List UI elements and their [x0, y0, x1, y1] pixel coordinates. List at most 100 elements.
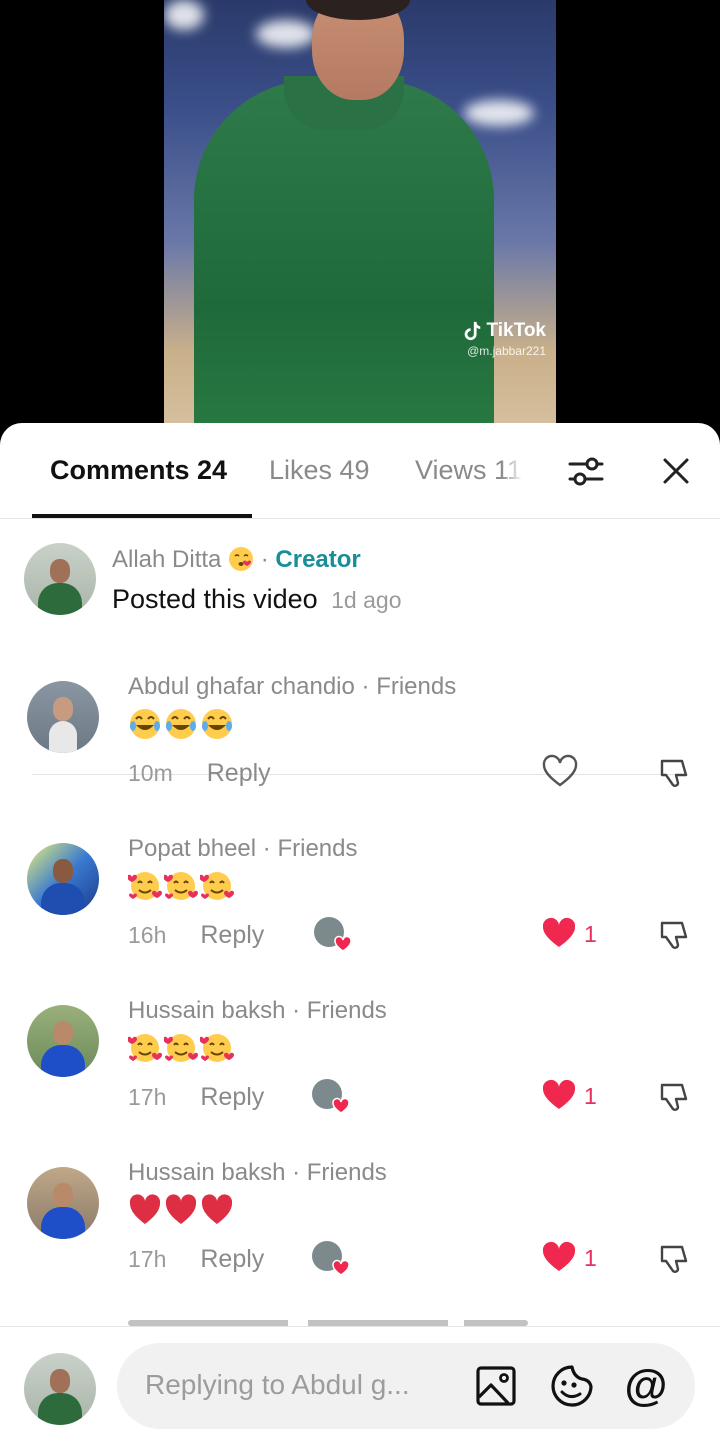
comment-author[interactable]: Abdul ghafar chandio	[128, 673, 355, 700]
heart-filled-icon	[542, 1079, 576, 1109]
comment-author[interactable]: Popat bheel	[128, 835, 256, 862]
dislike-button[interactable]	[656, 1079, 694, 1117]
comment-text	[128, 707, 234, 741]
liked-by-creator-badge	[312, 1079, 350, 1115]
liked-by-creator-badge	[314, 917, 352, 953]
avatar	[24, 1353, 96, 1425]
post-text: Posted this video	[112, 584, 318, 614]
heart-icon	[332, 1097, 350, 1114]
kissing-face-emoji	[229, 547, 254, 571]
comment-author-line: Hussain baksh · Friends	[128, 1159, 387, 1186]
like-count: 1	[584, 1082, 597, 1109]
comment-input[interactable]: Replying to Abdul g... @	[117, 1343, 695, 1429]
avatar[interactable]	[27, 1167, 99, 1239]
thumbs-down-icon	[660, 921, 688, 949]
comment-meta: 17h Reply	[128, 1083, 264, 1112]
reply-button[interactable]: Reply	[200, 921, 264, 950]
post-time: 1d ago	[331, 587, 402, 613]
tiktok-logo-icon	[464, 321, 480, 341]
comment-item: Hussain baksh · Friends 17h Reply 1	[0, 997, 720, 1167]
comment-meta: 10m Reply	[128, 759, 271, 788]
liked-by-creator-badge	[312, 1241, 350, 1277]
comment-text	[128, 1193, 234, 1227]
comment-input-placeholder: Replying to Abdul g...	[145, 1369, 410, 1400]
comment-author-line: Hussain baksh · Friends	[128, 997, 387, 1024]
reply-button[interactable]: Reply	[200, 1083, 264, 1112]
avatar[interactable]	[27, 843, 99, 915]
smiling-face-with-hearts-emoji	[200, 1034, 234, 1062]
dislike-button[interactable]	[656, 917, 694, 955]
relation-tag: Friends	[306, 1159, 387, 1186]
video-frame[interactable]: TikTok @m.jabbar221	[164, 0, 556, 440]
mention-button[interactable]: @	[623, 1363, 669, 1409]
active-tab-indicator	[32, 514, 252, 518]
like-count: 1	[584, 1244, 597, 1271]
dislike-button[interactable]	[656, 755, 694, 793]
avatar[interactable]	[27, 1005, 99, 1077]
like-count: 1	[584, 920, 597, 947]
watermark-brand: TikTok	[486, 320, 546, 341]
comment-item: Popat bheel · Friends 16h Reply 1	[0, 835, 720, 1005]
comment-time: 17h	[128, 1246, 167, 1272]
comment-author-line: Abdul ghafar chandio · Friends	[128, 673, 457, 700]
creator-badge: Creator	[275, 546, 361, 573]
creator-post-row: Allah Ditta · Creator Posted this video …	[0, 543, 720, 775]
image-button[interactable]	[473, 1363, 519, 1409]
comment-author[interactable]: Hussain baksh	[128, 997, 285, 1024]
like-button[interactable]	[541, 753, 579, 791]
comment-time: 17h	[128, 1084, 167, 1110]
close-icon	[663, 458, 689, 484]
background-light	[164, 0, 204, 30]
thumbs-down-icon	[660, 1245, 688, 1273]
comment-meta: 17h Reply	[128, 1245, 264, 1274]
heart-icon	[332, 1259, 350, 1276]
relation-tag: Friends	[277, 835, 358, 862]
filter-button[interactable]	[566, 451, 606, 491]
relation-tag: Friends	[376, 673, 457, 700]
avatar[interactable]	[24, 543, 96, 615]
comments-sheet: Comments 24 Likes 49 Views 11 Allah Ditt…	[0, 423, 720, 1432]
like-button[interactable]: 1	[540, 1239, 597, 1277]
dislike-button[interactable]	[656, 1241, 694, 1279]
smiling-face-with-hearts-emoji	[128, 872, 162, 900]
relation-tag: Friends	[306, 997, 387, 1024]
comment-item: Abdul ghafar chandio · Friends 10m Reply	[0, 673, 720, 843]
at-sign-icon: @	[624, 1361, 668, 1410]
smiling-face-with-hearts-emoji	[164, 872, 198, 900]
close-button[interactable]	[656, 451, 696, 491]
comment-item: Hussain baksh · Friends 17h Reply 1	[0, 1159, 720, 1329]
reply-button[interactable]: Reply	[200, 1245, 264, 1274]
like-button[interactable]: 1	[540, 915, 597, 953]
comment-text	[128, 1031, 234, 1065]
red-heart-emoji	[129, 1194, 161, 1224]
watermark-handle: @m.jabbar221	[467, 344, 546, 358]
tabs-bar: Comments 24 Likes 49 Views 11	[0, 423, 720, 519]
tears-of-joy-emoji	[202, 709, 232, 739]
comment-text	[128, 869, 234, 903]
emoji-button[interactable]	[549, 1363, 595, 1409]
creator-name-line: Allah Ditta · Creator	[112, 546, 361, 574]
creator-name[interactable]: Allah Ditta	[112, 546, 221, 573]
tab-comments[interactable]: Comments 24	[50, 455, 227, 486]
person-body	[194, 80, 494, 440]
heart-outline-icon	[542, 754, 578, 787]
avatar[interactable]	[27, 681, 99, 753]
sliders-icon	[568, 457, 604, 486]
tab-likes[interactable]: Likes 49	[269, 455, 370, 486]
comment-time: 10m	[128, 760, 173, 786]
like-button[interactable]: 1	[540, 1077, 597, 1115]
reply-button[interactable]: Reply	[207, 759, 271, 788]
video-player[interactable]: TikTok @m.jabbar221	[0, 0, 720, 440]
tears-of-joy-emoji	[130, 709, 160, 739]
smiling-face-with-hearts-emoji	[164, 1034, 198, 1062]
tears-of-joy-emoji	[166, 709, 196, 739]
separator: ·	[260, 546, 269, 573]
red-heart-emoji	[165, 1194, 197, 1224]
comment-author[interactable]: Hussain baksh	[128, 1159, 285, 1186]
thumbs-down-icon	[660, 759, 688, 787]
tab-views[interactable]: Views 11	[415, 455, 523, 486]
tiktok-watermark: TikTok @m.jabbar221	[461, 320, 546, 358]
smiling-face-with-hearts-emoji	[200, 872, 234, 900]
background-light	[464, 100, 534, 126]
comment-input-bar: Replying to Abdul g... @	[0, 1326, 720, 1432]
